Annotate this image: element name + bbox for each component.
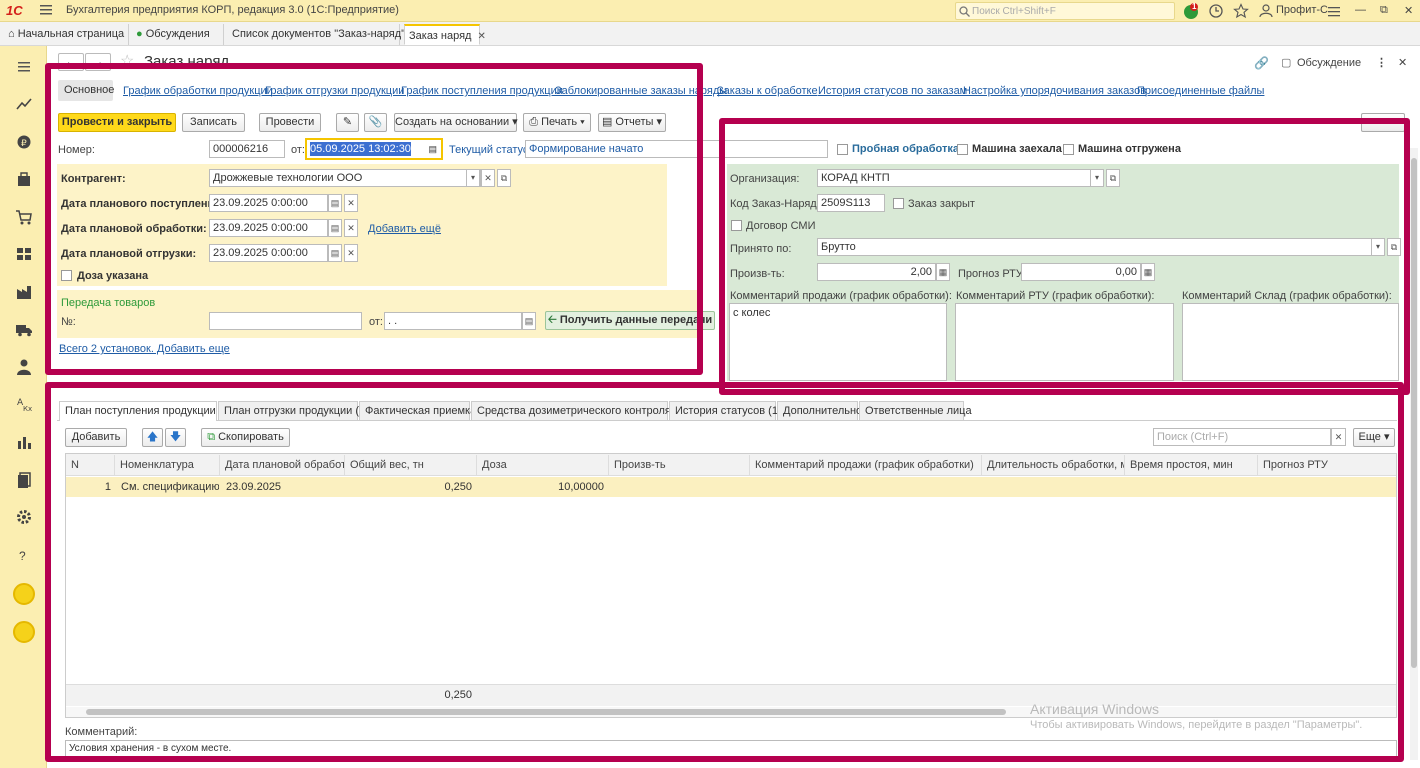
title-bar: 1C Бухгалтерия предприятия КОРП, редакци…: [0, 0, 1420, 22]
menu-icon[interactable]: [15, 58, 33, 76]
tab-home-label: Начальная страница: [17, 28, 125, 40]
user-icon[interactable]: [1258, 3, 1274, 19]
close-window-button[interactable]: ✕: [1404, 4, 1413, 17]
money-icon[interactable]: ₽: [15, 133, 33, 151]
close-tab-icon[interactable]: ✕: [477, 31, 485, 42]
gear-icon[interactable]: [15, 508, 33, 526]
form-tab-status-history[interactable]: История статусов по заказам: [818, 85, 967, 97]
sections-panel: ₽ A Кх ?: [0, 46, 47, 768]
close-form-icon[interactable]: ✕: [1398, 56, 1407, 69]
search-icon: [959, 6, 970, 17]
highlight-frame-left: [45, 63, 703, 375]
tab-work-order[interactable]: Заказ наряд ✕: [404, 24, 486, 45]
discussion-icon[interactable]: ▢: [1281, 56, 1291, 69]
person-icon[interactable]: [15, 358, 33, 376]
form-tab-orders-to-process[interactable]: Заказы к обработке: [717, 85, 818, 97]
tab-home[interactable]: ⌂ Начальная страница: [4, 24, 129, 45]
window-tabs: ⌂ Начальная страница ● Обсуждения Список…: [0, 22, 1420, 46]
home-icon: ⌂: [8, 28, 15, 40]
star-icon[interactable]: [1233, 3, 1249, 19]
tab-document-list-label: Список документов "Заказ-наряд": [232, 28, 406, 40]
truck-icon[interactable]: [15, 320, 33, 338]
discussion-link[interactable]: Обсуждение: [1297, 57, 1361, 69]
production-icon[interactable]: [15, 283, 33, 301]
tab-document-list[interactable]: Список документов "Заказ-наряд"✕: [228, 24, 419, 45]
bag-icon[interactable]: [15, 170, 33, 188]
restore-button[interactable]: ⧉: [1380, 4, 1388, 17]
global-search-input[interactable]: Поиск Ctrl+Shift+F: [955, 2, 1175, 20]
menu-icon[interactable]: [40, 4, 54, 16]
user-name[interactable]: Профит-С: [1276, 4, 1328, 16]
highlight-frame-right: [719, 118, 1410, 395]
cart-icon[interactable]: [15, 208, 33, 226]
vertical-scrollbar[interactable]: [1410, 148, 1418, 760]
tab-discussions[interactable]: ● Обсуждения: [132, 24, 224, 45]
app-title: Бухгалтерия предприятия КОРП, редакция 3…: [66, 4, 399, 16]
svg-text:Кх: Кх: [23, 405, 32, 413]
discussion-icon: ●: [136, 28, 143, 40]
help-icon[interactable]: ?: [19, 549, 26, 563]
minimize-button[interactable]: —: [1355, 4, 1366, 16]
coin-icon[interactable]: [13, 583, 35, 605]
notification-icon[interactable]: 1: [1183, 2, 1199, 19]
reference-icon[interactable]: AКх: [15, 395, 33, 413]
tab-work-order-label: Заказ наряд: [409, 30, 472, 42]
scrollbar-thumb[interactable]: [1411, 158, 1417, 668]
svg-text:₽: ₽: [21, 139, 27, 149]
form-tab-attached-files[interactable]: Присоединенные файлы: [1137, 85, 1264, 97]
link-icon[interactable]: 🔗: [1254, 56, 1269, 70]
notification-count: 1: [1192, 2, 1197, 11]
tab-discussions-label: Обсуждения: [145, 28, 210, 40]
highlight-frame-bottom: [45, 382, 1404, 762]
settings-menu-icon[interactable]: [1326, 3, 1342, 19]
bar-chart-icon[interactable]: [15, 433, 33, 451]
app-logo: 1C: [6, 3, 23, 18]
coin-icon[interactable]: [13, 621, 35, 643]
documents-icon[interactable]: [15, 471, 33, 489]
history-icon[interactable]: [1208, 3, 1224, 19]
global-search-placeholder: Поиск Ctrl+Shift+F: [972, 6, 1056, 17]
chart-icon[interactable]: [15, 95, 33, 113]
warehouse-icon[interactable]: [15, 245, 33, 263]
more-actions-icon[interactable]: ⋮: [1376, 56, 1387, 69]
form-tab-order-sorting[interactable]: Настройка упорядочивания заказов: [963, 85, 1146, 97]
